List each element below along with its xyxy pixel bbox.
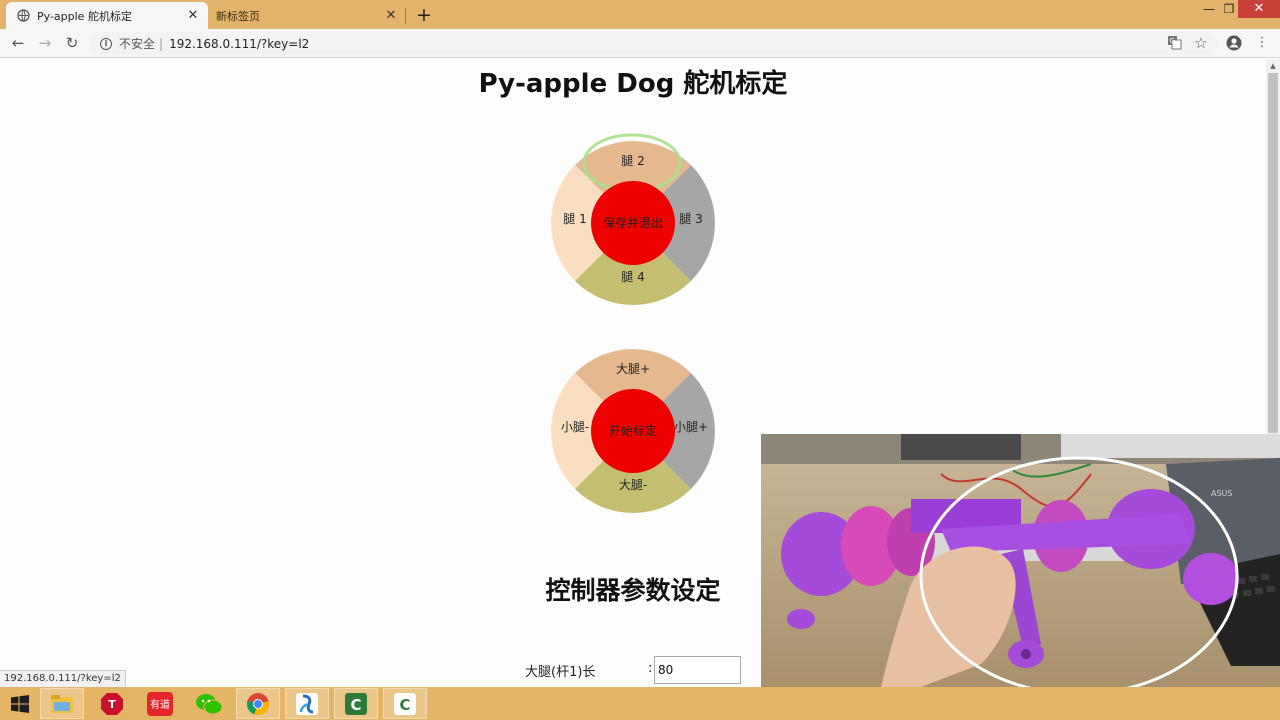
scrollbar-thumb[interactable] — [1268, 73, 1278, 433]
thigh-plus-label: 大腿+ — [616, 362, 650, 376]
tab-close-icon[interactable]: ✕ — [186, 8, 200, 23]
tab-close-icon[interactable]: ✕ — [384, 8, 398, 23]
python-icon[interactable] — [285, 688, 329, 719]
bookmark-star-icon[interactable]: ☆ — [1193, 35, 1209, 51]
leg-3-label: 腿 3 — [679, 212, 702, 226]
file-explorer-icon[interactable] — [40, 688, 84, 719]
camtasia-icon[interactable]: C — [334, 688, 378, 719]
typora-icon[interactable]: T — [90, 688, 134, 719]
tab-title: 新标签页 — [216, 9, 260, 23]
info-icon[interactable]: i — [100, 37, 112, 50]
address-bar[interactable]: i 不安全 | 192.168.0.111/?key=l2 — [90, 32, 1218, 55]
youdao-icon[interactable]: 有道 — [138, 688, 182, 719]
robot-dog-photo: ASUS — [761, 434, 1280, 687]
leg-2-label: 腿 2 — [621, 154, 644, 168]
status-url-tooltip: 192.168.0.111/?key=l2 — [0, 670, 126, 687]
leg-select-pad: 腿 2 腿 1 腿 3 腿 4 保存并退出 — [548, 123, 720, 305]
back-arrow-icon[interactable]: ← — [9, 34, 27, 52]
svg-text:有道: 有道 — [150, 698, 170, 711]
divider: | — [159, 36, 164, 51]
scroll-up-arrow-icon[interactable]: ▲ — [1268, 62, 1278, 70]
security-label: 不安全 — [119, 37, 156, 51]
shank-minus-label: 小腿- — [561, 420, 589, 434]
reload-icon[interactable]: ↻ — [63, 34, 81, 52]
menu-kebab-icon[interactable]: ⋮ — [1254, 35, 1270, 51]
leg-4-label: 腿 4 — [621, 270, 644, 284]
wechat-icon[interactable] — [187, 688, 231, 719]
save-exit-label: 保存并退出 — [603, 216, 663, 230]
thigh-length-input[interactable] — [654, 656, 741, 684]
camtasia-recorder-icon[interactable]: C — [383, 688, 427, 719]
forward-arrow-icon[interactable]: → — [36, 34, 54, 52]
svg-text:C: C — [399, 696, 410, 714]
browser-screen: Py-apple 舵机标定 ✕ 新标签页 ✕ + — ❐ ✕ ← → ↻ i 不… — [0, 0, 1280, 720]
controller-params-title: 控制器参数设定 — [545, 576, 721, 605]
browser-toolbar: ← → ↻ i 不安全 | 192.168.0.111/?key=l2 G ☆ … — [0, 29, 1280, 58]
param-colon: : — [648, 661, 653, 676]
chrome-icon[interactable] — [236, 688, 280, 719]
joint-adjust-pad: 大腿+ 小腿- 小腿+ 大腿- 开始标定 — [548, 331, 720, 513]
url-text: 192.168.0.111/?key=l2 — [169, 36, 310, 51]
svg-text:G: G — [1169, 37, 1174, 45]
windows-taskbar: T 有道 C C — [0, 687, 1280, 720]
thigh-minus-label: 大腿- — [619, 478, 647, 492]
shank-plus-label: 小腿+ — [674, 420, 708, 434]
thigh-length-label: 大腿(杆1)长 — [525, 665, 596, 680]
page-title: Py-apple Dog 舵机标定 — [478, 69, 788, 99]
tab-strip: Py-apple 舵机标定 ✕ 新标签页 ✕ + — ❐ ✕ — [0, 0, 1280, 29]
new-tab-plus-icon[interactable]: + — [414, 5, 434, 25]
svg-text:T: T — [108, 698, 116, 711]
leg-1-label: 腿 1 — [563, 212, 586, 226]
windows-start-icon[interactable] — [0, 688, 40, 719]
tab-title: Py-apple 舵机标定 — [37, 9, 132, 23]
webcam-video-overlay: ASUS — [761, 434, 1280, 687]
globe-icon — [16, 9, 30, 23]
account-icon[interactable] — [1226, 35, 1242, 51]
tab-separator — [405, 8, 406, 24]
start-calibration-label: 开始标定 — [609, 423, 657, 438]
tab-py-apple[interactable]: Py-apple 舵机标定 ✕ — [6, 2, 208, 29]
svg-text:C: C — [350, 696, 361, 714]
translate-icon[interactable]: G — [1166, 35, 1182, 51]
tab-new-tab[interactable]: 新标签页 ✕ — [210, 2, 406, 29]
svg-text:ASUS: ASUS — [1211, 489, 1232, 498]
close-window-icon[interactable]: ✕ — [1238, 0, 1280, 18]
